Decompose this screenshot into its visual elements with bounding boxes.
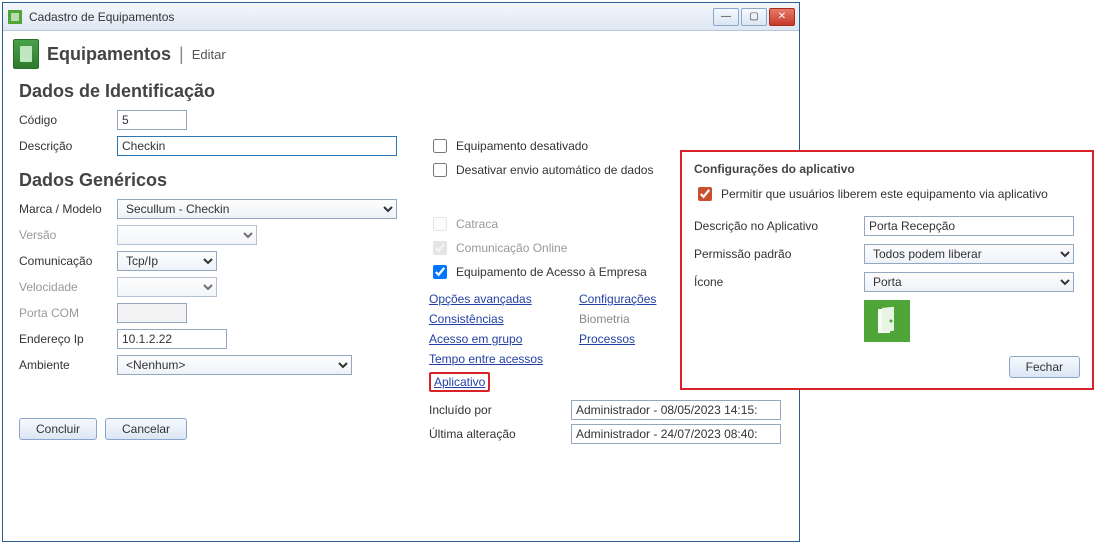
permitir-checkbox[interactable]: Permitir que usuários liberem este equip… — [694, 184, 1080, 204]
popup-permissao-select[interactable]: Todos podem liberar — [864, 244, 1074, 264]
popup-permissao-label: Permissão padrão — [694, 247, 864, 261]
popup-title: Configurações do aplicativo — [682, 152, 1092, 184]
popup-descricao-label: Descrição no Aplicativo — [694, 219, 864, 233]
codigo-label: Código — [19, 113, 117, 127]
popup-descricao-input[interactable] — [864, 216, 1074, 236]
descricao-input[interactable] — [117, 136, 397, 156]
breadcrumb-sub: Editar — [192, 47, 226, 62]
endereco-label: Endereço Ip — [19, 332, 117, 346]
comunicacao-label: Comunicação — [19, 254, 117, 268]
descricao-label: Descrição — [19, 139, 117, 153]
app-config-popup: Configurações do aplicativo Permitir que… — [680, 150, 1094, 390]
popup-icone-label: Ícone — [694, 275, 864, 289]
versao-label: Versão — [19, 228, 117, 242]
equipment-icon — [13, 39, 39, 69]
endereco-input[interactable] — [117, 329, 227, 349]
alteracao-label: Última alteração — [429, 427, 559, 441]
marca-select[interactable]: Secullum - Checkin — [117, 199, 397, 219]
minimize-button[interactable]: — — [713, 8, 739, 26]
popup-icone-select[interactable]: Porta — [864, 272, 1074, 292]
app-icon — [7, 9, 23, 25]
titlebar: Cadastro de Equipamentos — ▢ ✕ — [3, 3, 799, 31]
door-icon — [864, 300, 910, 342]
codigo-input[interactable] — [117, 110, 187, 130]
concluir-button[interactable]: Concluir — [19, 418, 97, 440]
breadcrumb: Equipamentos | Editar — [3, 31, 799, 71]
close-button[interactable]: ✕ — [769, 8, 795, 26]
maximize-button[interactable]: ▢ — [741, 8, 767, 26]
ambiente-select[interactable]: <Nenhum> — [117, 355, 352, 375]
link-opcoes-avancadas[interactable]: Opções avançadas — [429, 292, 579, 306]
velocidade-label: Velocidade — [19, 280, 117, 294]
link-aplicativo[interactable]: Aplicativo — [434, 375, 485, 389]
link-tempo-acessos[interactable]: Tempo entre acessos — [429, 352, 579, 366]
incluido-label: Incluído por — [429, 403, 559, 417]
link-aplicativo-highlight: Aplicativo — [429, 372, 490, 392]
ambiente-label: Ambiente — [19, 358, 117, 372]
portacom-label: Porta COM — [19, 306, 117, 320]
cancelar-button[interactable]: Cancelar — [105, 418, 187, 440]
link-acesso-grupo[interactable]: Acesso em grupo — [429, 332, 579, 346]
alteracao-value — [571, 424, 781, 444]
portacom-input — [117, 303, 187, 323]
link-consistencias[interactable]: Consistências — [429, 312, 579, 326]
section-generic-title: Dados Genéricos — [19, 170, 409, 191]
marca-label: Marca / Modelo — [19, 202, 117, 216]
incluido-value — [571, 400, 781, 420]
versao-select — [117, 225, 257, 245]
breadcrumb-main: Equipamentos — [47, 44, 171, 65]
velocidade-select — [117, 277, 217, 297]
breadcrumb-sep: | — [179, 44, 184, 65]
section-identification-title: Dados de Identificação — [19, 81, 783, 102]
fechar-button[interactable]: Fechar — [1009, 356, 1080, 378]
comunicacao-select[interactable]: Tcp/Ip — [117, 251, 217, 271]
window-title: Cadastro de Equipamentos — [29, 10, 713, 24]
